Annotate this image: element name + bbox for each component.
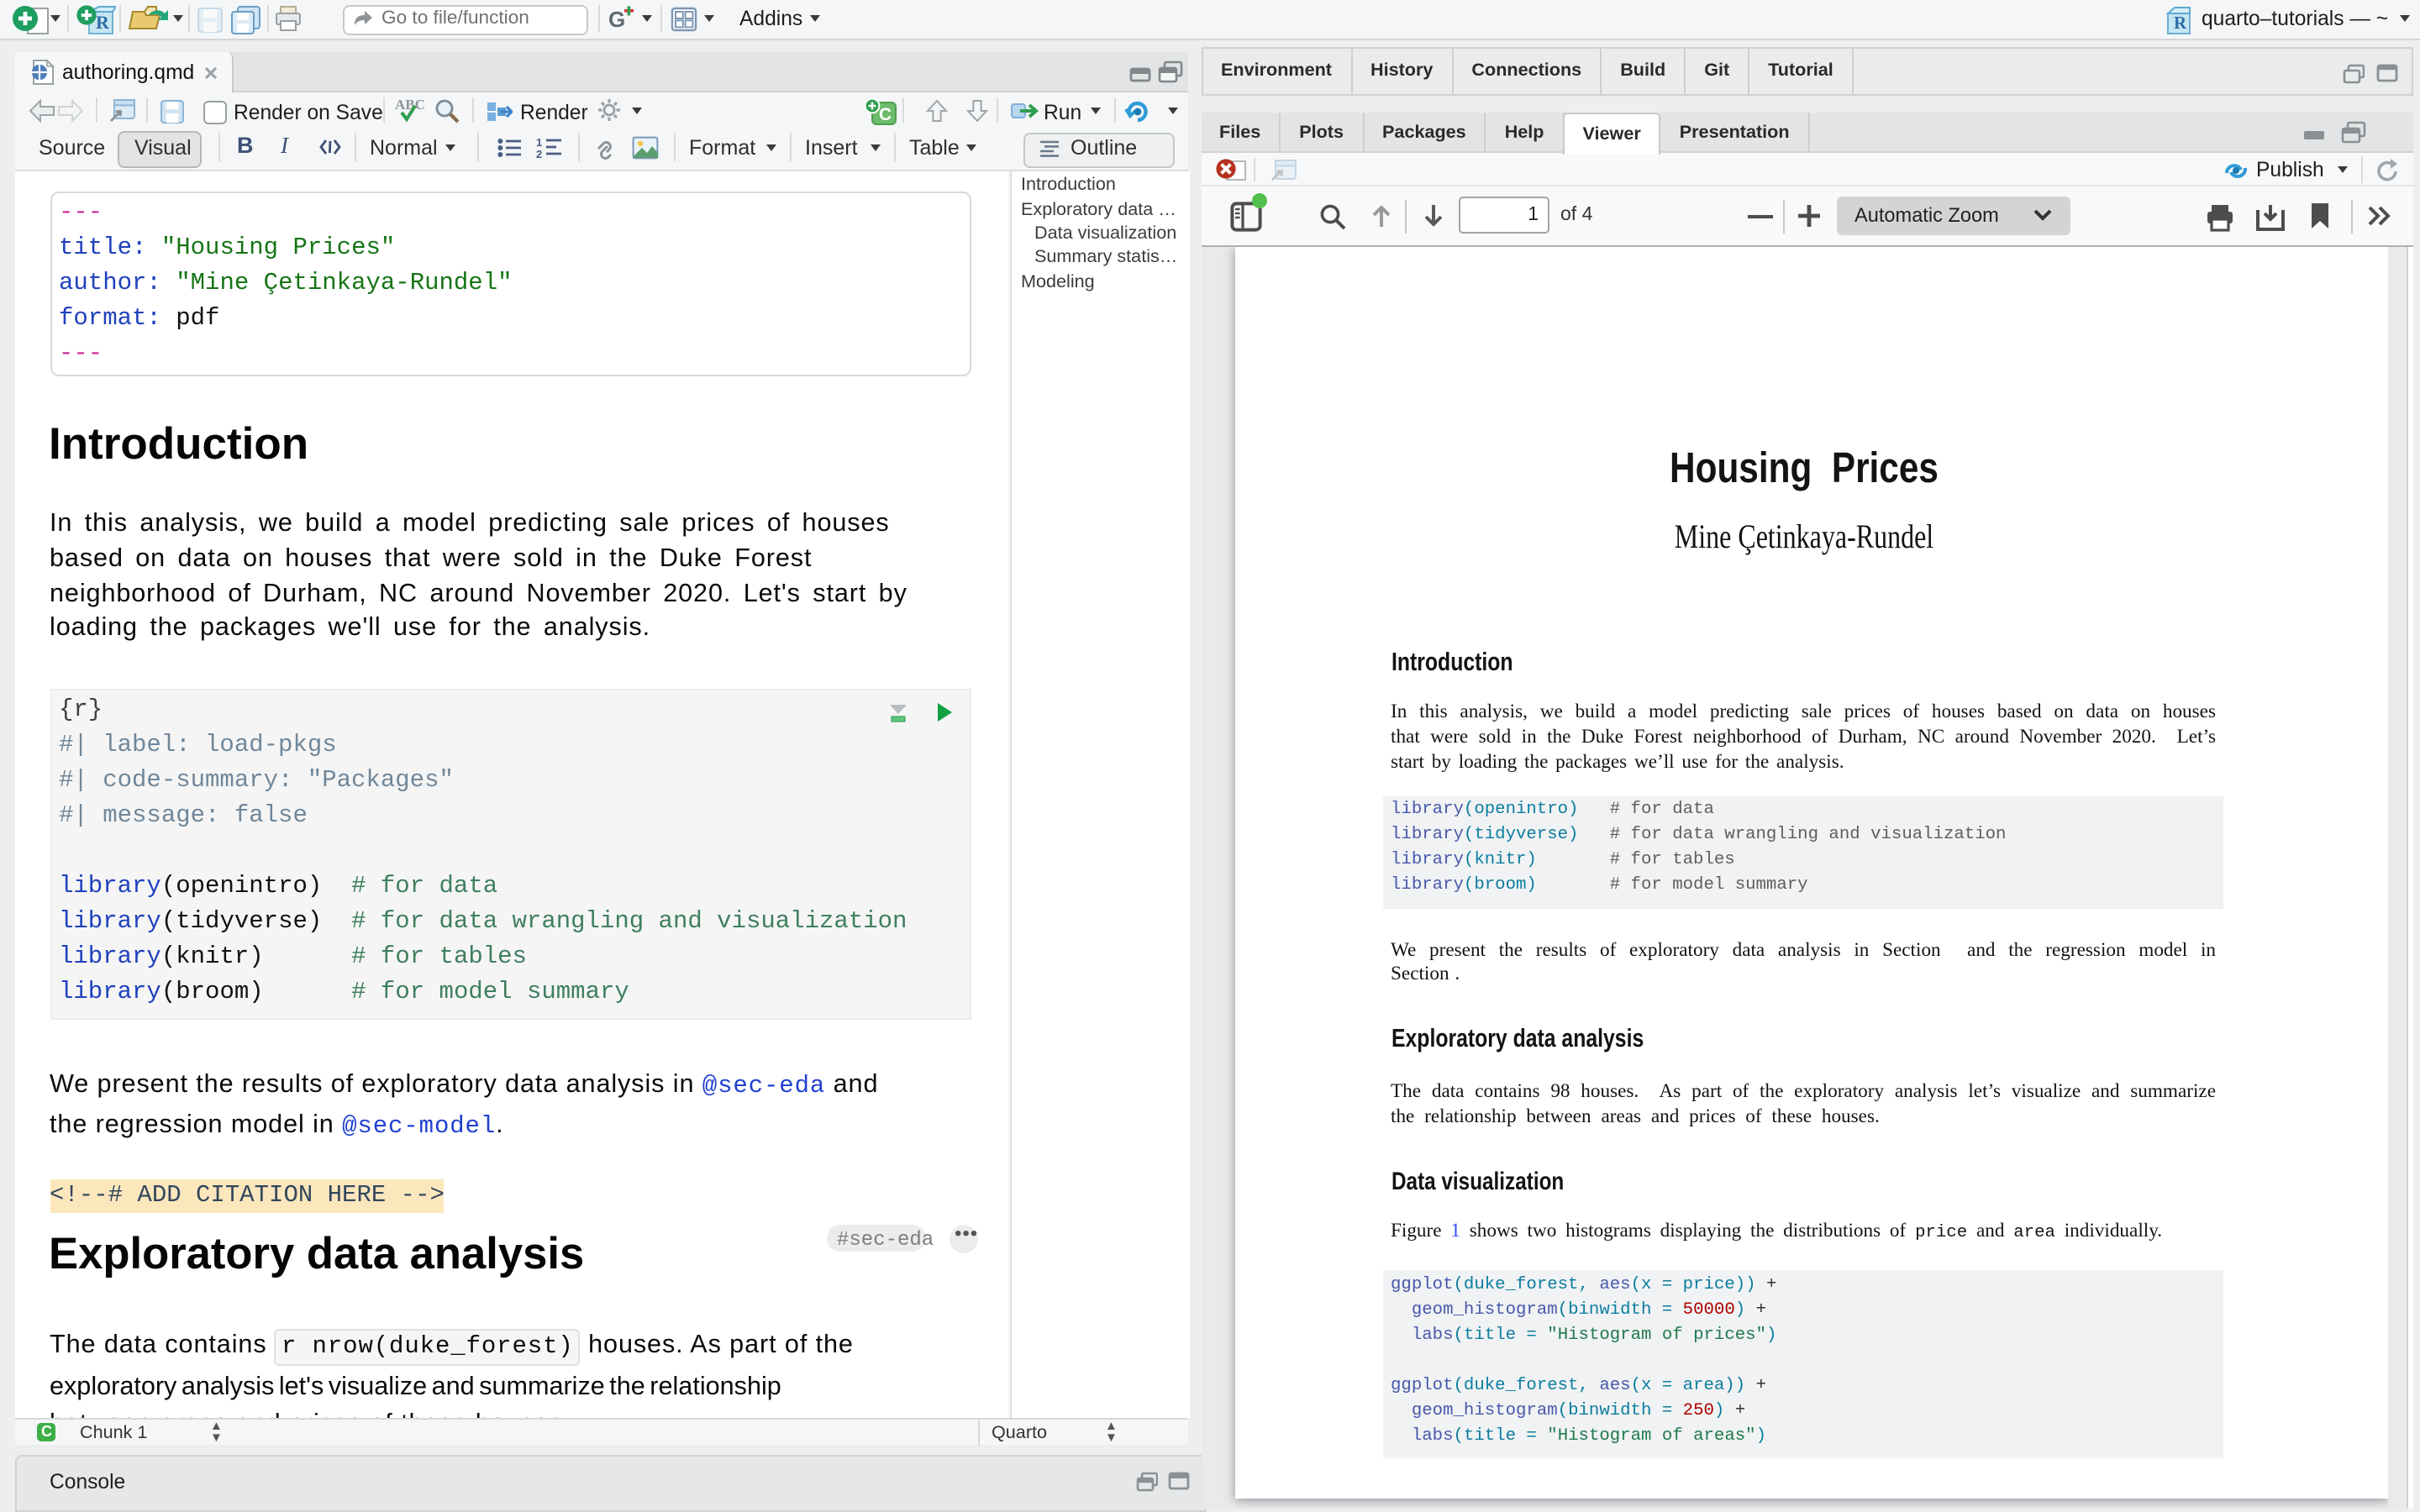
svg-text:1: 1	[536, 137, 542, 150]
svg-text:ABC: ABC	[395, 97, 425, 113]
svg-text:R: R	[2174, 12, 2187, 32]
svg-text:R: R	[96, 11, 110, 32]
svg-text:G: G	[608, 7, 625, 32]
svg-text:2: 2	[536, 149, 542, 159]
svg-text:C: C	[878, 105, 891, 124]
